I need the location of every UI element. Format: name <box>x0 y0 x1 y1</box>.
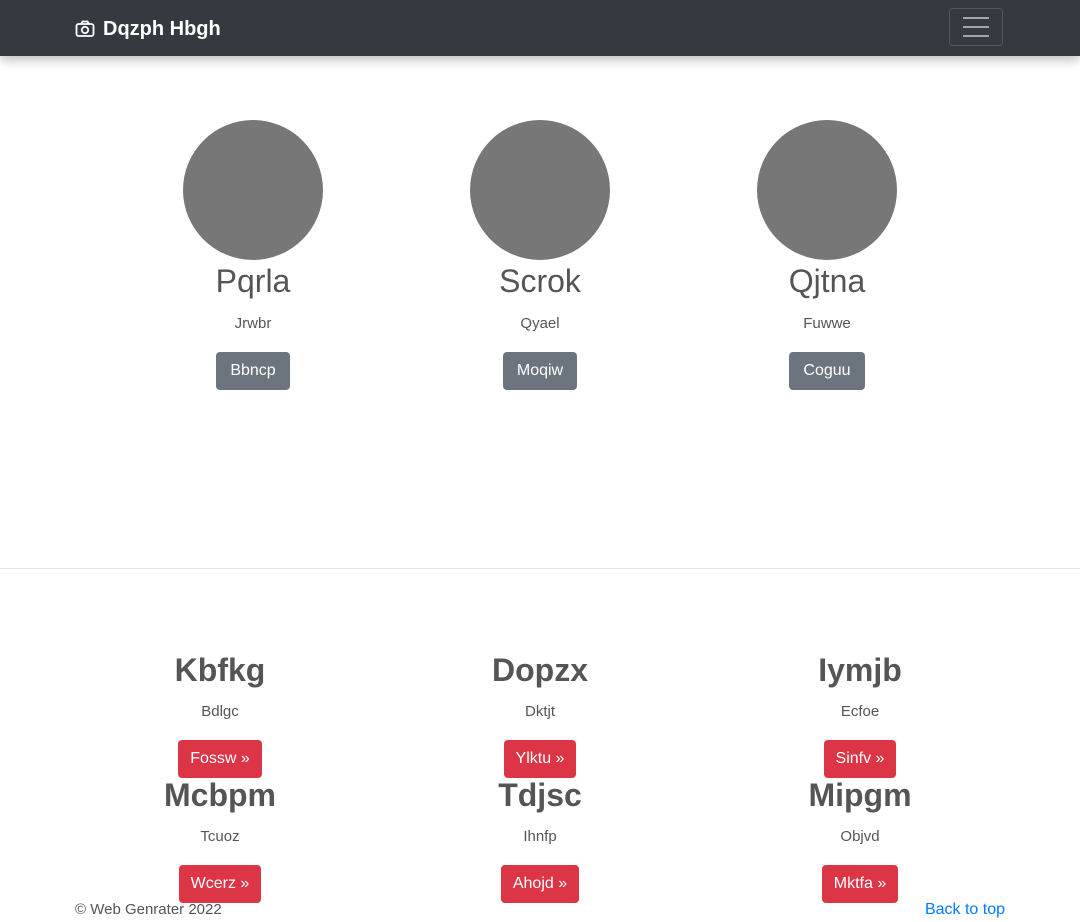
profile-button[interactable]: Coguu <box>789 352 865 390</box>
feature-button[interactable]: Ahojd » <box>500 865 580 903</box>
feature-item: Iymjb Ecfoe Sinfv » <box>740 651 980 778</box>
feature-item: Dopzx Dktjt Ylktu » <box>420 651 660 778</box>
profile-role: Qyael <box>520 315 560 332</box>
navbar-toggler-button[interactable] <box>949 8 1003 46</box>
profile-name: Scrok <box>499 263 581 299</box>
back-to-top-link[interactable]: Back to top <box>925 901 1005 919</box>
feature-title: Mipgm <box>808 777 912 813</box>
feature-description: Dktjt <box>525 703 555 720</box>
copyright-text: © Web Genrater 2022 <box>75 901 222 918</box>
feature-item: Kbfkg Bdlgc Fossw » <box>100 651 340 778</box>
brand-name[interactable]: Dqzph Hbgh <box>103 18 221 41</box>
hamburger-menu-icon <box>963 17 989 19</box>
feature-item: Tdjsc Ihnfp Ahojd » <box>420 776 660 903</box>
feature-button[interactable]: Wcerz » <box>178 865 262 903</box>
feature-button[interactable]: Ylktu » <box>503 740 577 778</box>
feature-description: Bdlgc <box>201 703 239 720</box>
feature-title: Dopzx <box>492 652 588 688</box>
avatar <box>183 120 323 260</box>
feature-description: Objvd <box>840 828 880 845</box>
feature-button[interactable]: Sinfv » <box>823 740 897 778</box>
profile-name: Pqrla <box>215 263 291 299</box>
feature-button[interactable]: Mktfa » <box>821 865 899 903</box>
feature-item: Mcbpm Tcuoz Wcerz » <box>100 776 340 903</box>
feature-title: Mcbpm <box>164 777 276 813</box>
camera-icon <box>75 20 95 37</box>
hamburger-line <box>963 35 989 37</box>
hamburger-line <box>963 26 989 28</box>
profile-card: Qjtna Fuwwe Coguu <box>727 120 927 390</box>
profile-role: Jrwbr <box>234 315 272 332</box>
feature-description: Ihnfp <box>523 828 557 845</box>
feature-title: Iymjb <box>818 652 902 688</box>
top-navbar: Dqzph Hbgh <box>0 0 1080 56</box>
feature-description: Tcuoz <box>200 828 240 845</box>
feature-title: Tdjsc <box>498 777 582 813</box>
feature-description: Ecfoe <box>840 703 880 720</box>
profile-name: Qjtna <box>788 263 866 299</box>
avatar <box>470 120 610 260</box>
profile-button[interactable]: Bbncp <box>216 352 290 390</box>
profile-card: Scrok Qyael Moqiw <box>440 120 640 390</box>
section-divider <box>0 568 1080 569</box>
feature-button[interactable]: Fossw » <box>178 740 262 778</box>
feature-title: Kbfkg <box>174 652 266 688</box>
profile-card: Pqrla Jrwbr Bbncp <box>153 120 353 390</box>
brand-link[interactable]: Dqzph Hbgh <box>75 16 221 42</box>
feature-item: Mipgm Objvd Mktfa » <box>740 776 980 903</box>
profile-button[interactable]: Moqiw <box>502 352 578 390</box>
avatar <box>757 120 897 260</box>
profile-role: Fuwwe <box>803 315 851 332</box>
